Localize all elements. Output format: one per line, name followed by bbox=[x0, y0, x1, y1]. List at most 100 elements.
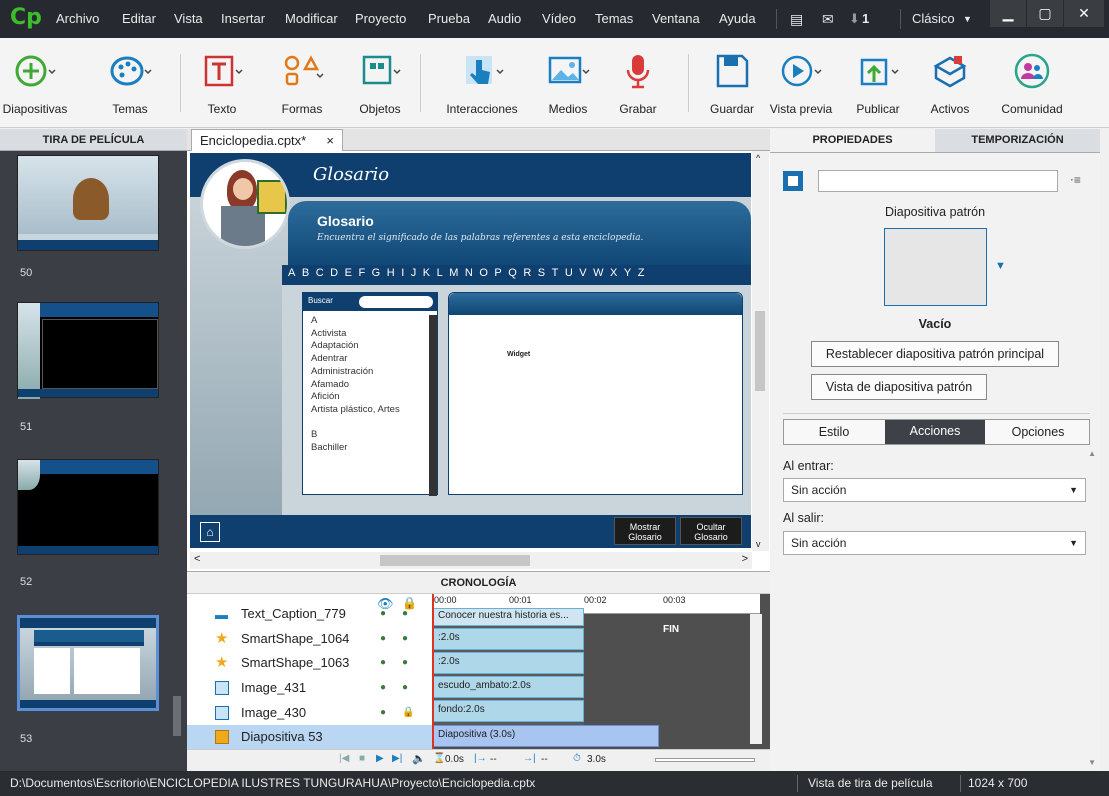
show-glossary-button[interactable]: Mostrar Glosario bbox=[614, 517, 676, 545]
play-icon[interactable]: ▶ bbox=[376, 753, 384, 764]
alphabet-letter[interactable]: R bbox=[523, 267, 534, 279]
minimize-icon[interactable]: ▁ bbox=[990, 0, 1026, 27]
alphabet-letter[interactable]: I bbox=[401, 267, 407, 279]
alphabet-letter[interactable]: F bbox=[358, 267, 368, 279]
close-window-icon[interactable]: ✕ bbox=[1064, 0, 1104, 27]
on-exit-select[interactable]: Sin acción ▼ bbox=[783, 531, 1086, 555]
scroll-down-icon[interactable]: ▼ bbox=[1088, 758, 1096, 767]
slide-thumbnail[interactable] bbox=[17, 155, 159, 251]
temas-button[interactable]: Temas bbox=[98, 38, 162, 128]
menu-ayuda[interactable]: Ayuda bbox=[719, 11, 756, 26]
alphabet-letter[interactable]: G bbox=[372, 267, 384, 279]
menu-proyecto[interactable]: Proyecto bbox=[355, 11, 406, 26]
timeline-bar[interactable]: escudo_ambato:2.0s bbox=[432, 676, 584, 698]
glossary-term[interactable] bbox=[311, 417, 400, 430]
timeline-row[interactable]: ★ SmartShape_1063 ● ● bbox=[187, 651, 432, 675]
menu-insertar[interactable]: Insertar bbox=[221, 11, 265, 26]
slide-name-input[interactable] bbox=[818, 170, 1058, 192]
glossary-term[interactable]: Artista plástico, Artes bbox=[311, 404, 400, 417]
alphabet-letter[interactable]: P bbox=[494, 267, 504, 279]
subtab-estilo[interactable]: Estilo bbox=[784, 420, 884, 444]
menu-editar[interactable]: Editar bbox=[122, 11, 156, 26]
timeline-bar[interactable]: fondo:2.0s bbox=[432, 700, 584, 722]
on-enter-select[interactable]: Sin acción ▼ bbox=[783, 478, 1086, 502]
scroll-up-icon[interactable]: ▲ bbox=[1088, 449, 1096, 458]
timeline-bar[interactable]: Conocer nuestra historia es... bbox=[432, 608, 584, 626]
alphabet-letter[interactable]: N bbox=[465, 267, 476, 279]
vista-previa-button[interactable]: Vista previa bbox=[766, 38, 836, 128]
forward-icon[interactable]: ▶| bbox=[392, 753, 402, 764]
alphabet-letter[interactable]: X bbox=[610, 267, 620, 279]
timeline-row[interactable]: Image_430 ● 🔒 bbox=[187, 701, 432, 725]
comunidad-button[interactable]: Comunidad bbox=[990, 38, 1074, 128]
subtab-opciones[interactable]: Opciones bbox=[987, 420, 1089, 444]
glossary-term[interactable]: Administración bbox=[311, 366, 400, 379]
alphabet-letter[interactable]: C bbox=[316, 267, 327, 279]
glossary-term[interactable]: Afición bbox=[311, 391, 400, 404]
texto-button[interactable]: Texto bbox=[190, 38, 254, 128]
zoom-slider[interactable] bbox=[655, 758, 755, 762]
chevron-down-icon[interactable]: ▼ bbox=[995, 260, 1006, 272]
alphabet-letter[interactable]: Z bbox=[638, 267, 648, 279]
glossary-term[interactable]: Afamado bbox=[311, 379, 400, 392]
document-tab[interactable]: Enciclopedia.cptx* × bbox=[191, 129, 343, 151]
alphabet-letter[interactable]: V bbox=[579, 267, 589, 279]
reset-master-button[interactable]: Restablecer diapositiva patrón principal bbox=[811, 341, 1059, 367]
hide-glossary-button[interactable]: Ocultar Glosario bbox=[680, 517, 742, 545]
menu-modificar[interactable]: Modificar bbox=[285, 11, 338, 26]
alphabet-letter[interactable]: B bbox=[302, 267, 312, 279]
slide-thumbnail[interactable] bbox=[17, 459, 159, 555]
tab-propiedades[interactable]: PROPIEDADES bbox=[770, 129, 935, 152]
timeline-row-selected[interactable]: Diapositiva 53 bbox=[187, 725, 432, 749]
glossary-term[interactable]: Adentrar bbox=[311, 353, 400, 366]
grabar-button[interactable]: Grabar bbox=[606, 38, 670, 128]
menu-temas[interactable]: Temas bbox=[595, 11, 633, 26]
interacciones-button[interactable]: Interacciones bbox=[440, 38, 524, 128]
objetos-button[interactable]: Objetos bbox=[348, 38, 412, 128]
publicar-button[interactable]: Publicar bbox=[846, 38, 910, 128]
menu-ventana[interactable]: Ventana bbox=[652, 11, 700, 26]
slide-canvas[interactable]: Glosario Glosario Encuentra el significa… bbox=[190, 153, 751, 548]
timeline-row[interactable]: Image_431 ● ● bbox=[187, 676, 432, 700]
filmstrip-scrollbar[interactable] bbox=[171, 151, 183, 771]
formas-button[interactable]: Formas bbox=[270, 38, 334, 128]
alphabet-letter[interactable]: S bbox=[538, 267, 548, 279]
menu-vista[interactable]: Vista bbox=[174, 11, 203, 26]
menu-prueba[interactable]: Prueba bbox=[428, 11, 470, 26]
alphabet-letter[interactable]: A bbox=[288, 267, 298, 279]
master-slide-thumbnail[interactable] bbox=[884, 228, 987, 306]
slide-thumbnail-selected[interactable] bbox=[17, 615, 159, 711]
alphabet-letter[interactable]: E bbox=[345, 267, 355, 279]
speaker-icon[interactable]: 🔈 bbox=[412, 752, 426, 765]
activos-button[interactable]: Activos bbox=[918, 38, 982, 128]
search-input[interactable] bbox=[359, 296, 433, 308]
alphabet-letter[interactable]: Q bbox=[508, 267, 520, 279]
timeline-row[interactable]: ▬ Text_Caption_779 ● ● bbox=[187, 602, 432, 626]
alphabet-letter[interactable]: L bbox=[437, 267, 446, 279]
timeline-bar[interactable]: :2.0s bbox=[432, 628, 584, 650]
stage-horizontal-scrollbar[interactable]: < > bbox=[190, 552, 752, 569]
maximize-icon[interactable]: ▢ bbox=[1027, 0, 1063, 27]
chat-icon[interactable]: ▤ bbox=[790, 11, 803, 28]
tab-temporizacion[interactable]: TEMPORIZACIÓN bbox=[935, 129, 1100, 152]
menu-video[interactable]: Vídeo bbox=[542, 11, 576, 26]
alphabet-letter[interactable]: Y bbox=[624, 267, 634, 279]
timeline-row[interactable]: ★ SmartShape_1064 ● ● bbox=[187, 627, 432, 651]
timeline-vertical-scrollbar[interactable] bbox=[750, 614, 762, 744]
home-icon[interactable]: ⌂ bbox=[200, 522, 220, 542]
alphabet-letter[interactable]: W bbox=[593, 267, 606, 279]
slide-thumbnail[interactable] bbox=[17, 302, 159, 399]
mail-icon[interactable]: ✉ bbox=[822, 11, 834, 28]
terms-entries[interactable]: A Activista Adaptación Adentrar Administraci… bbox=[311, 315, 400, 455]
glossary-term[interactable]: A bbox=[311, 315, 400, 328]
glossary-term[interactable]: Bachiller bbox=[311, 442, 400, 455]
guardar-button[interactable]: Guardar bbox=[700, 38, 764, 128]
diapositivas-button[interactable]: Diapositivas bbox=[0, 38, 70, 128]
menu-audio[interactable]: Audio bbox=[488, 11, 521, 26]
medios-button[interactable]: Medios bbox=[536, 38, 600, 128]
alphabet-letter[interactable]: T bbox=[552, 267, 562, 279]
playhead[interactable] bbox=[432, 594, 434, 749]
timeline-bar[interactable]: Diapositiva (3.0s) bbox=[432, 725, 659, 747]
workspace-switcher[interactable]: Clásico bbox=[912, 11, 955, 26]
download-icon[interactable]: ⬇ bbox=[849, 11, 860, 27]
